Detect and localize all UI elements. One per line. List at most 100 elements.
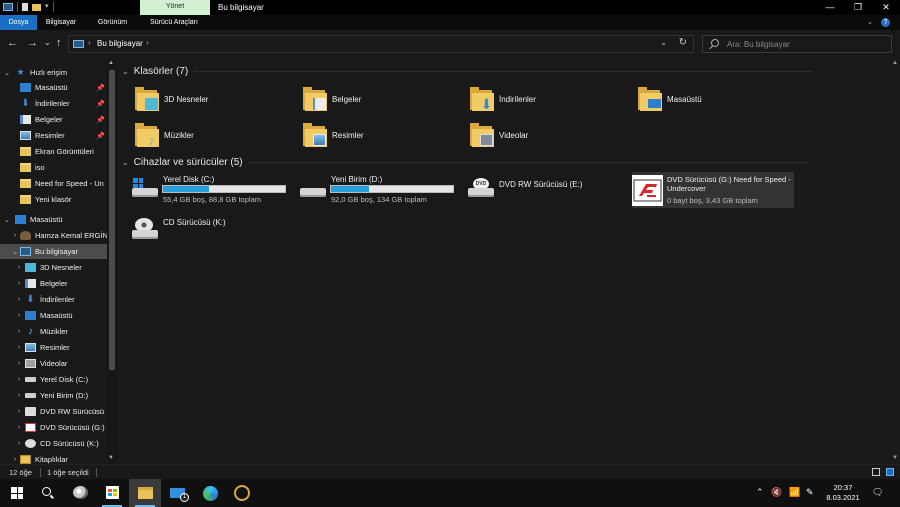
start-button[interactable] [0,479,32,507]
volume-muted-icon[interactable]: 🔇 [771,487,782,498]
chevron-right-icon[interactable]: › [15,328,23,335]
content-scrollbar[interactable]: ▲ ▼ [890,58,900,464]
drive-dvd-g[interactable]: DVD Sürücüsü (G:) Need for Speed - Under… [632,172,794,208]
nav-item-cd-k[interactable]: › CD Sürücüsü (K:) [0,436,107,451]
folders-group-header[interactable]: ⌄ Klasörler (7) [122,66,814,77]
pin-icon[interactable]: 📌 [96,84,105,92]
properties-icon[interactable] [22,3,28,11]
help-icon[interactable]: ? [881,18,890,27]
devices-group-header[interactable]: ⌄ Cihazlar ve sürücüler (5) [122,157,808,168]
nav-item-dvd-g[interactable]: › DVD Sürücüsü (G:) [0,420,107,435]
taskbar-file-explorer[interactable] [129,479,161,507]
manage-context-tab[interactable]: Yönet [140,0,210,15]
scroll-up-icon[interactable]: ▲ [108,60,114,66]
customize-toolbar-icon[interactable]: ▾ [45,3,49,11]
scroll-up-icon[interactable]: ▲ [892,60,898,66]
clock[interactable]: 20:37 8.03.2021 [824,483,862,503]
chevron-down-icon[interactable]: ⌄ [3,69,11,77]
taskbar-app-1[interactable] [64,479,96,507]
nav-item-music[interactable]: › ♪ Müzikler [0,324,107,339]
nav-item-drive-c[interactable]: › Yerel Disk (C:) [0,372,107,387]
nav-item-iso[interactable]: iso [0,160,107,175]
chevron-right-icon[interactable]: › [15,376,23,383]
chevron-right-icon[interactable]: › [15,440,23,447]
drive-d[interactable]: Yeni Birim (D:) 92,0 GB boş, 134 GB topl… [299,172,461,208]
nav-item-desktop-pc[interactable]: › Masaüstü [0,308,107,323]
nav-item-3d-objects[interactable]: › 3D Nesneler [0,260,107,275]
minimize-button[interactable]: — [816,0,844,15]
chevron-right-icon[interactable]: › [15,264,23,271]
refresh-icon[interactable]: ↻ [679,37,687,48]
nav-item-downloads-pc[interactable]: › ⬇ İndirilenler [0,292,107,307]
tab-computer[interactable]: Bilgisayar [40,15,82,30]
scroll-down-icon[interactable]: ▼ [108,455,114,461]
folder-documents[interactable]: Belgeler [301,86,461,116]
tab-view[interactable]: Görünüm [90,15,135,30]
up-button[interactable]: ↑ [56,37,62,49]
breadcrumb-separator[interactable]: › [146,38,149,47]
expand-ribbon-icon[interactable]: ⌄ [867,18,873,27]
this-pc-icon[interactable] [3,3,13,11]
wifi-icon[interactable]: 📶 [789,487,800,498]
tab-drive-tools[interactable]: Sürücü Araçları [142,15,206,30]
taskbar-edge[interactable] [194,479,226,507]
address-dropdown-icon[interactable]: ⌄ [660,38,667,47]
chevron-right-icon[interactable]: › [15,280,23,287]
forward-button[interactable]: → [27,37,38,49]
details-view-icon[interactable] [872,468,880,476]
taskbar-app-2[interactable] [226,479,258,507]
pin-icon[interactable]: 📌 [96,132,105,140]
chevron-right-icon[interactable]: › [11,232,19,239]
maximize-button[interactable]: ❐ [844,0,872,15]
pen-icon[interactable]: ✎ [806,487,814,498]
drive-dvd-rw-e[interactable]: DVD DVD RW Sürücüsü (E:) [467,172,629,208]
chevron-down-icon[interactable]: ⌄ [3,216,11,224]
folder-music[interactable]: ♪ Müzikler [133,122,293,152]
nav-scrollbar[interactable]: ▲ ▼ [107,58,117,464]
chevron-right-icon[interactable]: › [15,360,23,367]
chevron-right-icon[interactable]: › [15,392,23,399]
nav-item-pictures-pc[interactable]: › Resimler [0,340,107,355]
nav-item-nfs-folder[interactable]: Need for Speed - Un [0,176,107,191]
folder-3d-objects[interactable]: 3D Nesneler [133,86,293,116]
search-button[interactable] [32,479,64,507]
breadcrumb[interactable]: Bu bilgisayar [97,39,143,48]
nav-item-documents-pc[interactable]: › Belgeler [0,276,107,291]
folder-videos[interactable]: Videolar [468,122,628,152]
nav-item-dvd-rw[interactable]: › DVD RW Sürücüsü [0,404,107,419]
folder-desktop[interactable]: Masaüstü [636,86,796,116]
nav-item-drive-d[interactable]: › Yeni Birim (D:) [0,388,107,403]
nav-this-pc[interactable]: ⌄ Bu bilgisayar [0,244,107,259]
chevron-right-icon[interactable]: › [15,344,23,351]
nav-desktop-root[interactable]: ⌄ Masaüstü [0,212,107,227]
nav-item-desktop[interactable]: Masaüstü 📌 [0,80,107,95]
recent-locations-button[interactable]: ⌄ [44,37,51,49]
search-box[interactable] [702,35,892,53]
scroll-down-icon[interactable]: ▼ [892,455,898,461]
chevron-right-icon[interactable]: › [15,424,23,431]
pin-icon[interactable]: 📌 [96,100,105,108]
new-folder-icon[interactable] [32,3,41,11]
taskbar-store[interactable] [96,479,128,507]
search-input[interactable] [727,38,887,50]
nav-item-videos[interactable]: › Videolar [0,356,107,371]
back-button[interactable]: ← [7,37,18,49]
drive-cd-k[interactable]: CD Sürücüsü (K:) [131,210,293,246]
nav-quick-access[interactable]: ⌄ ★ Hızlı erişim [0,65,107,80]
chevron-down-icon[interactable]: ⌄ [122,67,129,76]
chevron-right-icon[interactable]: › [15,312,23,319]
nav-item-downloads[interactable]: ⬇ İndirilenler 📌 [0,96,107,111]
large-icons-view-icon[interactable] [886,468,894,476]
chevron-right-icon[interactable]: › [11,456,19,463]
folder-pictures[interactable]: Resimler [301,122,461,152]
address-bar[interactable]: › Bu bilgisayar › ⌄ ↻ [68,35,694,53]
pin-icon[interactable]: 📌 [96,116,105,124]
folder-downloads[interactable]: ⬇ İndirilenler [468,86,628,116]
nav-user[interactable]: › Hamza Kemal ERGİN [0,228,107,243]
chevron-down-icon[interactable]: ⌄ [11,248,19,256]
breadcrumb-separator[interactable]: › [88,38,91,47]
notifications-icon[interactable]: 🗨 [872,487,883,498]
nav-item-pictures[interactable]: Resimler 📌 [0,128,107,143]
chevron-down-icon[interactable]: ⌄ [122,158,129,167]
chevron-right-icon[interactable]: › [15,408,23,415]
